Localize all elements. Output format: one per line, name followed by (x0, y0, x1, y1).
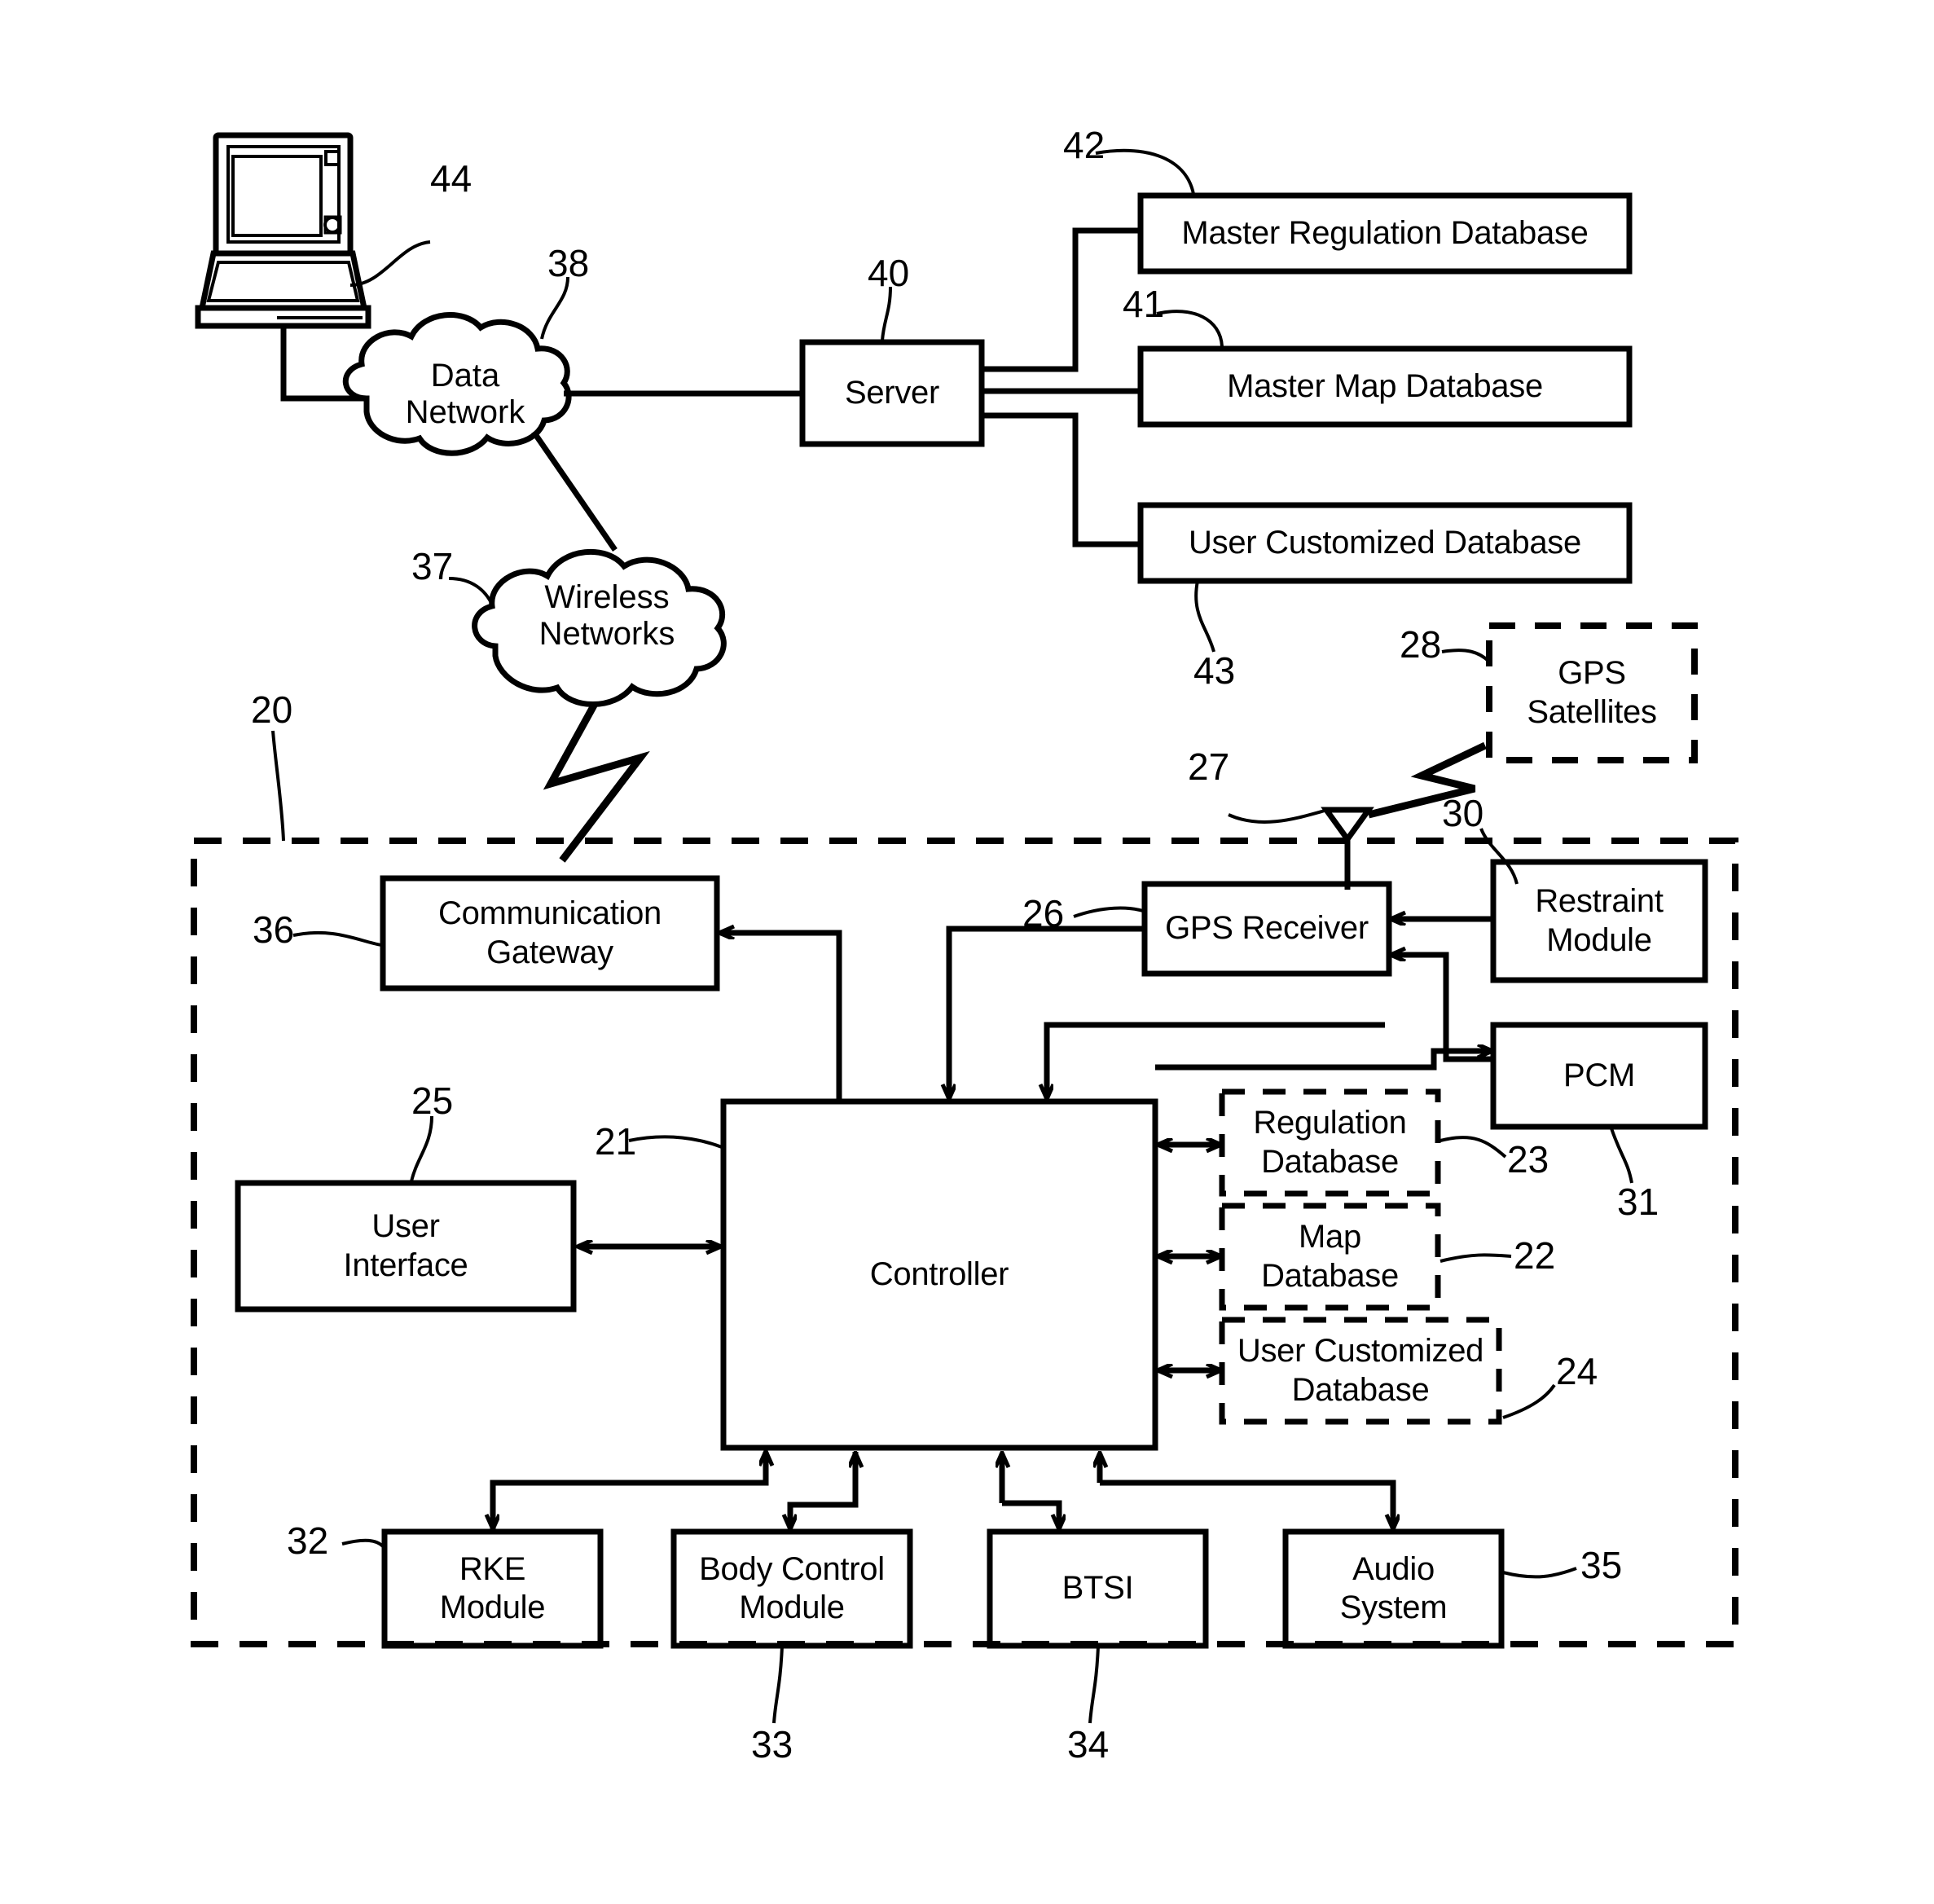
diagram-vector-layer (191, 132, 1738, 1724)
wireless-networks-cloud (472, 548, 727, 707)
antenna-icon (1321, 807, 1374, 890)
laptop-computer-icon (195, 132, 371, 329)
wireless-link-lightning-icon (543, 701, 650, 863)
figure-canvas: Data Network Wireless Networks Server Ma… (0, 0, 1934, 1904)
gps-signal-lightning-icon (1367, 741, 1487, 819)
